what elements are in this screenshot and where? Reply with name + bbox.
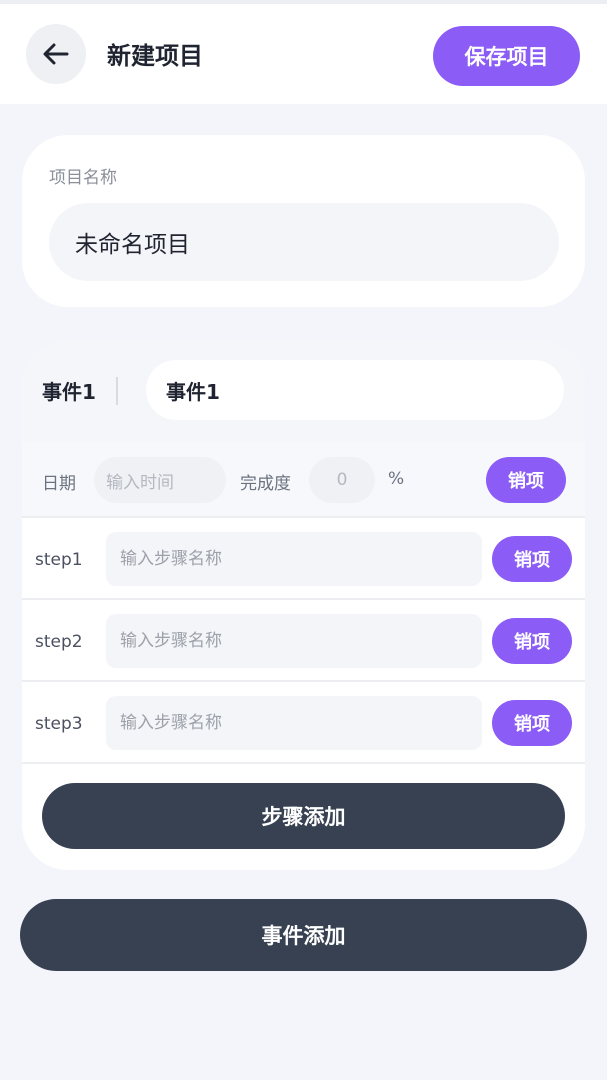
event-header: 事件1 事件1 <box>22 340 585 442</box>
step-label: step2 <box>35 632 83 652</box>
add-event-button[interactable]: 事件添加 <box>20 899 587 971</box>
event-name-input[interactable]: 事件1 <box>146 360 564 420</box>
percent-unit: % <box>388 469 405 489</box>
arrow-left-icon <box>43 43 69 65</box>
completion-input[interactable]: 0 <box>309 457 375 503</box>
app-header: 新建项目 保存项目 <box>0 0 607 104</box>
step-name-input[interactable]: 输入步骤名称 <box>106 614 482 668</box>
step-name-input[interactable]: 输入步骤名称 <box>106 696 482 750</box>
event-label: 事件1 <box>42 380 96 404</box>
step-row: step2 输入步骤名称 销项 <box>22 600 585 682</box>
project-name-label: 项目名称 <box>49 168 117 188</box>
save-project-button[interactable]: 保存项目 <box>433 26 580 86</box>
date-label: 日期 <box>42 474 76 494</box>
back-button[interactable] <box>26 24 86 84</box>
event-card: 事件1 事件1 日期 输入时间 完成度 0 % 销项 step1 输入步骤名称 … <box>22 340 585 870</box>
add-step-button[interactable]: 步骤添加 <box>42 783 565 849</box>
event-remove-button[interactable]: 销项 <box>486 457 566 503</box>
project-name-input[interactable]: 未命名项目 <box>49 203 559 281</box>
completion-label: 完成度 <box>240 474 291 494</box>
date-input[interactable]: 输入时间 <box>94 457 226 503</box>
event-divider <box>116 377 118 405</box>
step-remove-button[interactable]: 销项 <box>492 618 572 664</box>
step-name-input[interactable]: 输入步骤名称 <box>106 532 482 586</box>
event-meta-row: 日期 输入时间 完成度 0 % 销项 <box>22 442 585 518</box>
step-label: step1 <box>35 550 83 570</box>
step-label: step3 <box>35 714 83 734</box>
step-remove-button[interactable]: 销项 <box>492 700 572 746</box>
project-name-card: 项目名称 未命名项目 <box>22 135 585 307</box>
step-row: step1 输入步骤名称 销项 <box>22 518 585 600</box>
page-title: 新建项目 <box>107 42 203 70</box>
step-remove-button[interactable]: 销项 <box>492 536 572 582</box>
step-row: step3 输入步骤名称 销项 <box>22 682 585 764</box>
